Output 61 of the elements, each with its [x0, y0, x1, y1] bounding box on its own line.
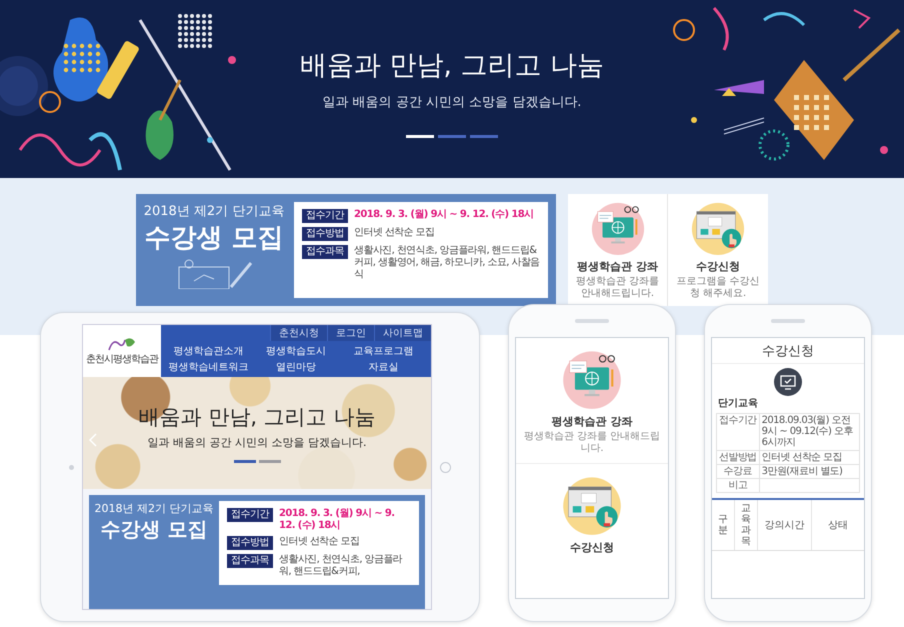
service-card[interactable]: 수강신청 프로그램을 수강신청 해주세요.: [668, 194, 768, 306]
nav-item[interactable]: 평생학습관소개: [165, 343, 252, 359]
service-title: 수강신청: [570, 540, 614, 555]
monitor-check-icon: [774, 368, 802, 396]
speaker-slot: [771, 319, 805, 323]
info-value: 3만원(재료비 별도): [759, 464, 860, 478]
field-label: 접수기간: [302, 209, 348, 223]
recruitment-banner[interactable]: 2018년 제2기 단기교육 수강생 모집 접수기간 2018. 9. 3. (월) 9시 ~ 9. 12. (수) 18시 접수방법 인터넷 선착순 모집 접수과목 생활사진, 천연식초, 앙금플라워, 핸드드립&커피,: [89, 495, 425, 609]
banner-subtitle: 2018년 제2기 단기교육: [144, 203, 284, 220]
info-label: 수강료: [716, 464, 760, 478]
service-title: 평생학습관 강좌: [552, 414, 632, 429]
info-label: 비고: [716, 478, 760, 493]
service-description: 프로그램을 수강신청 해주세요.: [675, 276, 761, 300]
service-title: 수강신청: [696, 259, 740, 274]
info-value: 인터넷 선착순 모집: [759, 450, 860, 464]
nav-item[interactable]: 평생학습네트워크: [165, 359, 252, 375]
field-value: 생활사진, 천연식초, 앙금플라워, 핸드드립&커피,: [279, 554, 404, 578]
slide-indicator[interactable]: [406, 134, 434, 138]
banner-headline: 수강생 모집: [144, 222, 284, 255]
logo-text: 춘천시평생학습관: [86, 353, 158, 366]
nav-item[interactable]: 평생학습도시: [252, 343, 340, 359]
service-description: 평생학습관 강좌를 안내해드립니다.: [522, 431, 662, 455]
hero-title: 배움과 만남, 그리고 나눔: [138, 404, 376, 431]
field-value: 2018. 9. 3. (월) 9시 ~ 9. 12. (수) 18시: [279, 508, 396, 532]
field-label: 접수방법: [227, 536, 273, 550]
field-value: 인터넷 선착순 모집: [279, 536, 360, 548]
info-value: 2018.09.03(월) 오전 9시 ~ 09.12(수) 오후 6시까지: [759, 414, 860, 450]
hero-subtitle: 일과 배움의 공간 시민의 소망을 담겠습니다.: [322, 94, 582, 110]
column-header: 교육과목: [735, 500, 758, 550]
top-link[interactable]: 사이트맵: [374, 325, 431, 341]
field-value: 생활사진, 천연식초, 앙금플라워, 핸드드립&커피, 생활영어, 해금, 하모니카, 소묘, 사찰음식: [354, 245, 540, 281]
nav-item[interactable]: 교육프로그램: [340, 343, 427, 359]
site-logo[interactable]: 춘천시평생학습관: [83, 325, 161, 377]
camera-dot: [69, 464, 74, 470]
hero-title: 배움과 만남, 그리고 나눔: [300, 48, 604, 82]
nav-item[interactable]: 열린마당: [252, 359, 340, 375]
banner-headline: 수강생 모집: [100, 516, 208, 543]
top-link[interactable]: 로그인: [327, 325, 374, 341]
service-title: 평생학습관 강좌: [577, 259, 658, 274]
page-title: 수강신청: [712, 338, 864, 364]
field-label: 접수과목: [227, 554, 273, 568]
recruitment-banner[interactable]: 2018년 제2기 단기교육 수강생 모집 접수기간 2018. 9. 3. (월) 9시 ~ 9. 12. (수) 18시 접수방법 인터넷 선착순 모집 접수과목 생활사진, 천연식초, 앙금플라워, 핸드드립&커피, 생활영어, 해금, 하모니카, 소묘, 사찰음식: [136, 194, 556, 306]
service-item[interactable]: 수강신청: [516, 464, 668, 565]
field-label: 접수방법: [302, 227, 348, 241]
field-value: 2018. 9. 3. (월) 9시 ~ 9. 12. (수) 18시: [354, 209, 534, 221]
info-label: 접수기간: [716, 414, 760, 450]
section-title: 단기교육: [718, 397, 759, 410]
hero-subtitle: 일과 배움의 공간 시민의 소망을 담겠습니다.: [148, 435, 366, 450]
nav-item[interactable]: 자료실: [340, 359, 427, 375]
speaker-slot: [575, 319, 609, 323]
column-header: 구분: [712, 500, 735, 550]
service-item[interactable]: 평생학습관 강좌 평생학습관 강좌를 안내해드립니다.: [516, 338, 668, 464]
service-description: 평생학습관 강좌를 안내해드립니다.: [574, 276, 660, 300]
field-label: 접수과목: [302, 245, 348, 259]
info-label: 선발방법: [716, 450, 760, 464]
top-link[interactable]: 춘천시청: [270, 325, 327, 341]
column-header: 상태: [826, 518, 849, 533]
field-value: 인터넷 선착순 모집: [354, 227, 434, 239]
column-header: 강의시간: [758, 500, 812, 550]
field-label: 접수기간: [227, 508, 273, 522]
banner-subtitle: 2018년 제2기 단기교육: [94, 501, 214, 516]
